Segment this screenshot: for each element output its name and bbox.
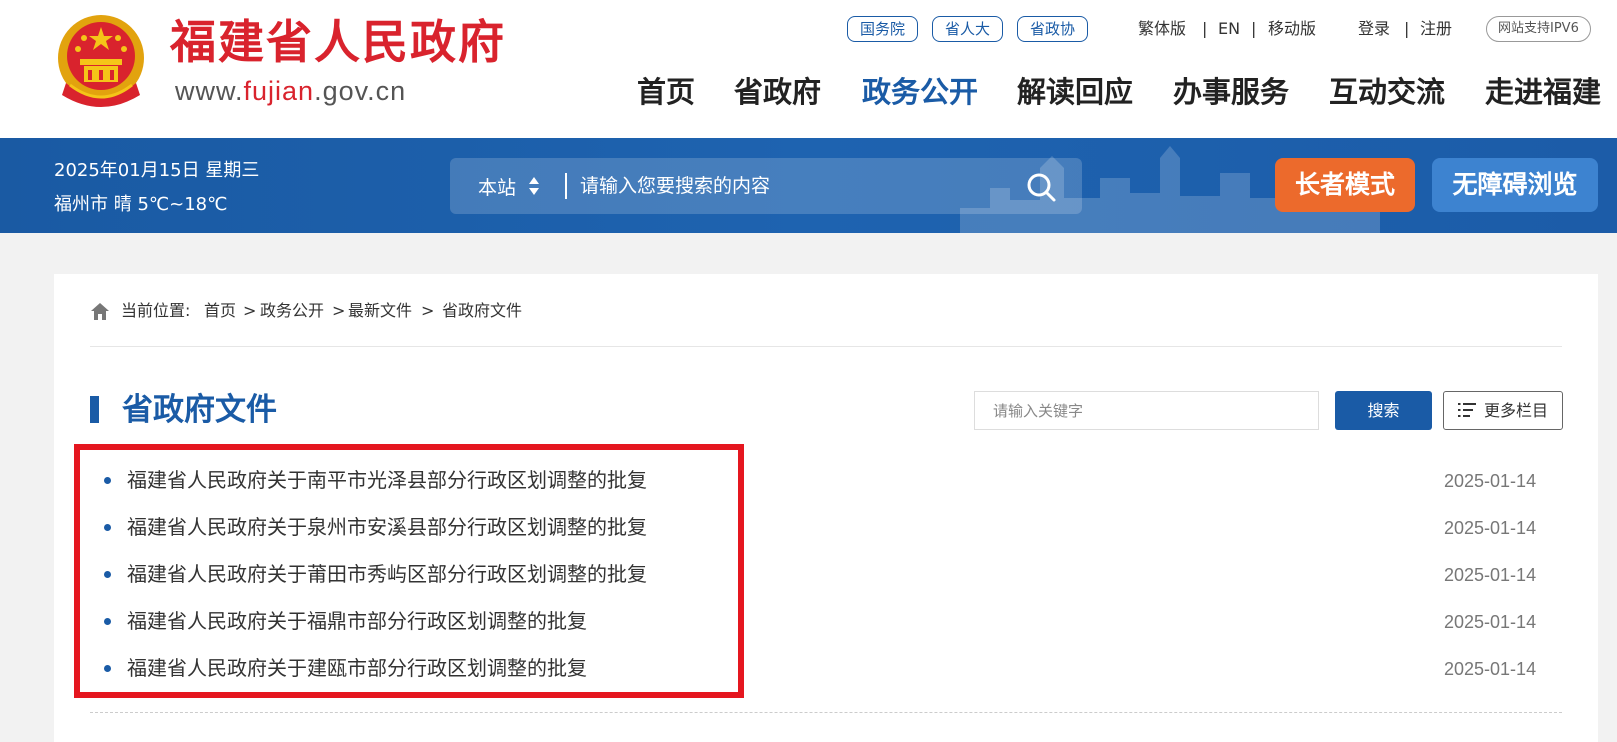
top-separator: | [1404, 19, 1410, 38]
keyword-search-input[interactable] [974, 391, 1319, 430]
utility-bar: 2025年01月15日 星期三 福州市 晴 5℃~18℃ 本站 长者模式 无障碍… [0, 138, 1617, 233]
site-url-domain: fujian [243, 76, 315, 106]
national-emblem-icon[interactable] [56, 13, 146, 109]
nav-government[interactable]: 省政府 [734, 72, 821, 112]
breadcrumb-separator: > [421, 301, 435, 320]
site-search-input[interactable] [580, 166, 1000, 206]
nav-about-fujian[interactable]: 走进福建 [1485, 72, 1601, 112]
home-icon [91, 303, 109, 320]
link-register[interactable]: 注册 [1420, 16, 1452, 42]
link-english[interactable]: EN [1218, 16, 1240, 42]
accessibility-button[interactable]: 无障碍浏览 [1432, 158, 1598, 212]
site-name[interactable]: 福建省人民政府 [170, 14, 506, 70]
site-url: www.fujian.gov.cn [175, 76, 406, 107]
site-header: 福建省人民政府 www.fujian.gov.cn 国务院 省人大 省政协 繁体… [0, 0, 1617, 138]
site-url-suffix: .gov.cn [314, 76, 407, 106]
elder-mode-button[interactable]: 长者模式 [1275, 158, 1415, 212]
sort-arrows-icon[interactable] [528, 175, 540, 197]
link-cppcc[interactable]: 省政协 [1017, 16, 1089, 42]
nav-home[interactable]: 首页 [637, 72, 695, 112]
breadcrumb-gov-affairs[interactable]: 政务公开 [260, 300, 324, 322]
section-title-marker [90, 396, 99, 423]
list-icon [1458, 403, 1476, 417]
document-date: 2025-01-14 [1444, 565, 1537, 585]
nav-interaction[interactable]: 互动交流 [1329, 72, 1445, 112]
breadcrumb-current: 省政府文件 [442, 301, 523, 320]
link-mobile[interactable]: 移动版 [1268, 16, 1316, 42]
breadcrumb-separator: > [243, 301, 257, 320]
breadcrumb-latest-docs[interactable]: 最新文件 [348, 300, 412, 322]
nav-interpretation[interactable]: 解读回应 [1017, 72, 1133, 112]
ipv6-badge: 网站支持IPV6 [1486, 16, 1591, 42]
link-login[interactable]: 登录 [1358, 16, 1390, 42]
document-date: 2025-01-14 [1444, 612, 1537, 632]
search-divider [565, 173, 567, 199]
list-bottom-divider [90, 712, 1562, 713]
link-state-council[interactable]: 国务院 [847, 16, 919, 42]
more-columns-button[interactable]: 更多栏目 [1443, 391, 1563, 430]
site-search-box: 本站 [450, 158, 1082, 214]
nav-gov-affairs[interactable]: 政务公开 [862, 72, 978, 112]
document-date: 2025-01-14 [1444, 659, 1537, 679]
top-separator: | [1251, 19, 1257, 38]
more-columns-label: 更多栏目 [1484, 401, 1549, 420]
breadcrumb-separator: > [332, 301, 346, 320]
breadcrumb-prefix: 当前位置: [121, 301, 191, 320]
highlight-box [74, 444, 744, 698]
search-icon[interactable] [1024, 170, 1058, 204]
search-scope-select[interactable]: 本站 [478, 173, 516, 200]
keyword-search-button[interactable]: 搜索 [1335, 391, 1432, 430]
section-title: 省政府文件 [122, 392, 277, 428]
divider [90, 346, 1562, 347]
site-url-prefix: www. [175, 76, 244, 106]
top-separator: | [1202, 19, 1208, 38]
link-traditional[interactable]: 繁体版 [1138, 16, 1186, 42]
nav-services[interactable]: 办事服务 [1173, 72, 1289, 112]
document-date: 2025-01-14 [1444, 518, 1537, 538]
current-date: 2025年01月15日 星期三 [54, 160, 260, 181]
document-date: 2025-01-14 [1444, 471, 1537, 491]
weather-info: 福州市 晴 5℃~18℃ [54, 194, 228, 215]
link-provincial-congress[interactable]: 省人大 [932, 16, 1004, 42]
breadcrumb-home[interactable]: 首页 [204, 300, 236, 322]
